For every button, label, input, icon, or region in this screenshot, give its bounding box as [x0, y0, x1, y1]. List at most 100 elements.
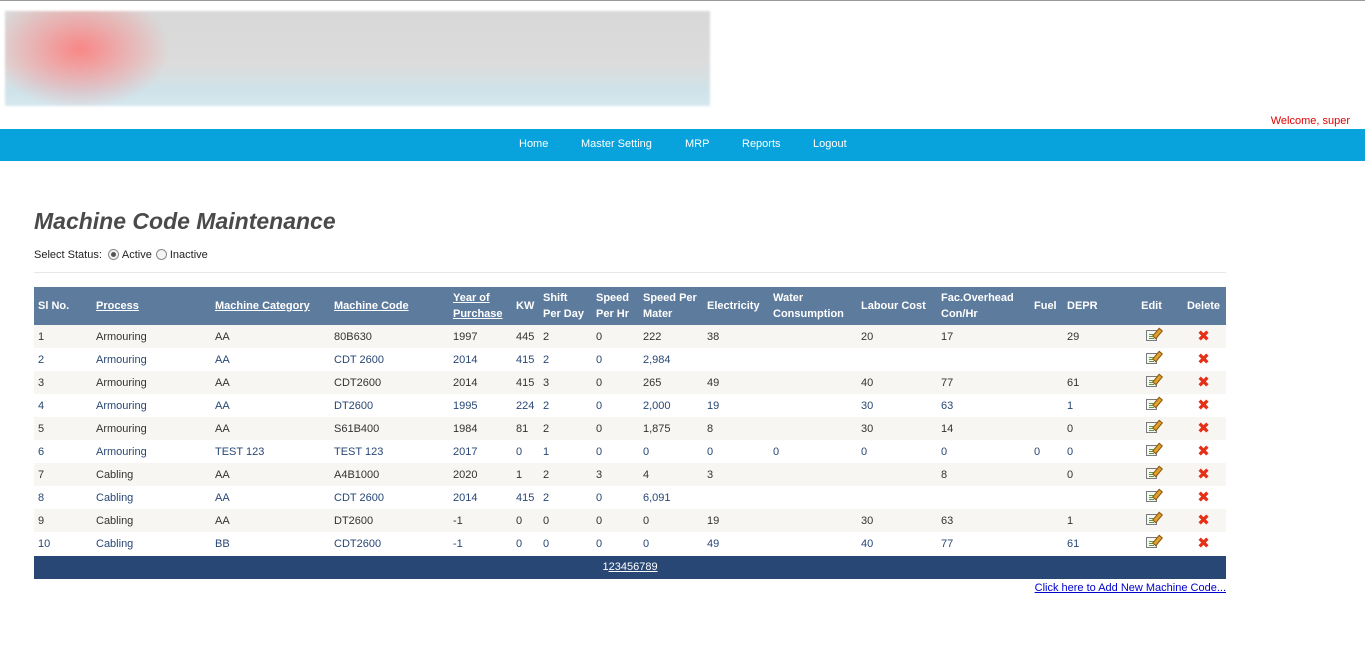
col-depr: DEPR	[1063, 287, 1122, 325]
cell-process: Armouring	[92, 371, 211, 394]
col-kw: KW	[512, 287, 539, 325]
delete-icon[interactable]: ✖	[1197, 489, 1210, 504]
delete-cell: ✖	[1181, 532, 1226, 555]
add-machine-code-link[interactable]: Click here to Add New Machine Code...	[1035, 582, 1226, 594]
cell-speed-per-hr: 0	[592, 394, 639, 417]
pager-page-link[interactable]: 9	[651, 561, 657, 573]
delete-icon[interactable]: ✖	[1197, 535, 1210, 550]
edit-icon[interactable]	[1146, 513, 1157, 525]
cell-fuel: 0	[1030, 440, 1063, 463]
edit-icon[interactable]	[1146, 444, 1157, 456]
delete-icon[interactable]: ✖	[1197, 512, 1210, 527]
status-inactive-radio[interactable]	[155, 248, 167, 260]
delete-cell: ✖	[1181, 509, 1226, 532]
table-row: 9 Cabling AA DT2600 -1 0 0 0 0 19 30 63 1 ✖	[34, 509, 1226, 532]
edit-icon[interactable]	[1146, 375, 1157, 387]
nav-reports[interactable]: Reports	[742, 138, 781, 150]
col-labour-cost: Labour Cost	[857, 287, 937, 325]
cell-fac-overhead: 17	[937, 325, 1030, 348]
delete-icon[interactable]: ✖	[1197, 443, 1210, 458]
nav-master-setting[interactable]: Master Setting	[581, 138, 652, 150]
col-fuel: Fuel	[1030, 287, 1063, 325]
delete-cell: ✖	[1181, 463, 1226, 486]
delete-cell: ✖	[1181, 348, 1226, 371]
cell-speed-per-mater: 6,091	[639, 486, 703, 509]
edit-cell	[1122, 394, 1181, 417]
col-machine-category[interactable]: Machine Category	[211, 287, 330, 325]
cell-speed-per-hr: 0	[592, 371, 639, 394]
cell-year-of-purchase: 1997	[449, 325, 512, 348]
edit-cell	[1122, 440, 1181, 463]
cell-speed-per-mater: 0	[639, 440, 703, 463]
col-process[interactable]: Process	[92, 287, 211, 325]
cell-speed-per-hr: 0	[592, 325, 639, 348]
status-active-radio[interactable]	[107, 248, 119, 260]
delete-cell: ✖	[1181, 486, 1226, 509]
nav-home[interactable]: Home	[519, 138, 548, 150]
delete-icon[interactable]: ✖	[1197, 374, 1210, 389]
edit-icon[interactable]	[1146, 352, 1157, 364]
status-active-label[interactable]: Active	[122, 249, 152, 261]
edit-icon[interactable]	[1146, 421, 1157, 433]
edit-icon[interactable]	[1146, 329, 1157, 341]
cell-electricity: 49	[703, 371, 769, 394]
delete-cell: ✖	[1181, 371, 1226, 394]
col-shift-per-day: Shift Per Day	[539, 287, 592, 325]
status-inactive-label[interactable]: Inactive	[170, 249, 208, 261]
cell-electricity: 3	[703, 463, 769, 486]
delete-icon[interactable]: ✖	[1197, 466, 1210, 481]
edit-icon[interactable]	[1146, 398, 1157, 410]
cell-speed-per-hr: 0	[592, 348, 639, 371]
table-row: 8 Cabling AA CDT 2600 2014 415 2 0 6,091 ✖	[34, 486, 1226, 509]
col-electricity: Electricity	[703, 287, 769, 325]
cell-kw: 0	[512, 509, 539, 532]
col-year-of-purchase[interactable]: Year of Purchase	[449, 287, 512, 325]
edit-icon[interactable]	[1146, 536, 1157, 548]
cell-electricity: 0	[703, 440, 769, 463]
cell-kw: 445	[512, 325, 539, 348]
cell-kw: 415	[512, 371, 539, 394]
cell-machine-code: CDT 2600	[330, 486, 449, 509]
cell-sl-no: 3	[34, 371, 92, 394]
cell-labour-cost: 40	[857, 532, 937, 555]
cell-shift-per-day: 2	[539, 417, 592, 440]
nav-mrp[interactable]: MRP	[685, 138, 709, 150]
edit-icon[interactable]	[1146, 467, 1157, 479]
table-row: 2 Armouring AA CDT 2600 2014 415 2 0 2,984 ✖	[34, 348, 1226, 371]
edit-icon[interactable]	[1146, 490, 1157, 502]
edit-cell	[1122, 417, 1181, 440]
cell-speed-per-hr: 0	[592, 486, 639, 509]
cell-fuel	[1030, 532, 1063, 555]
delete-icon[interactable]: ✖	[1197, 328, 1210, 343]
cell-shift-per-day: 2	[539, 325, 592, 348]
banner-image	[5, 11, 710, 106]
cell-water-consumption	[769, 348, 857, 371]
delete-icon[interactable]: ✖	[1197, 351, 1210, 366]
cell-water-consumption	[769, 417, 857, 440]
cell-process: Cabling	[92, 509, 211, 532]
delete-icon[interactable]: ✖	[1197, 420, 1210, 435]
cell-water-consumption	[769, 532, 857, 555]
cell-machine-category: AA	[211, 394, 330, 417]
cell-depr: 1	[1063, 509, 1122, 532]
col-machine-code[interactable]: Machine Code	[330, 287, 449, 325]
col-fac-overhead: Fac.Overhead Con/Hr	[937, 287, 1030, 325]
cell-fuel	[1030, 325, 1063, 348]
nav-logout[interactable]: Logout	[813, 138, 847, 150]
cell-machine-category: AA	[211, 486, 330, 509]
cell-shift-per-day: 2	[539, 463, 592, 486]
cell-machine-category: AA	[211, 348, 330, 371]
table-row: 1 Armouring AA 80B630 1997 445 2 0 222 38 20 17 29 ✖	[34, 325, 1226, 348]
delete-icon[interactable]: ✖	[1197, 397, 1210, 412]
cell-process: Armouring	[92, 348, 211, 371]
cell-kw: 81	[512, 417, 539, 440]
cell-year-of-purchase: 1984	[449, 417, 512, 440]
cell-machine-code: S61B400	[330, 417, 449, 440]
cell-labour-cost: 30	[857, 509, 937, 532]
cell-speed-per-hr: 0	[592, 509, 639, 532]
cell-shift-per-day: 3	[539, 371, 592, 394]
cell-machine-code: A4B1000	[330, 463, 449, 486]
cell-depr: 29	[1063, 325, 1122, 348]
cell-kw: 415	[512, 486, 539, 509]
cell-kw: 0	[512, 440, 539, 463]
